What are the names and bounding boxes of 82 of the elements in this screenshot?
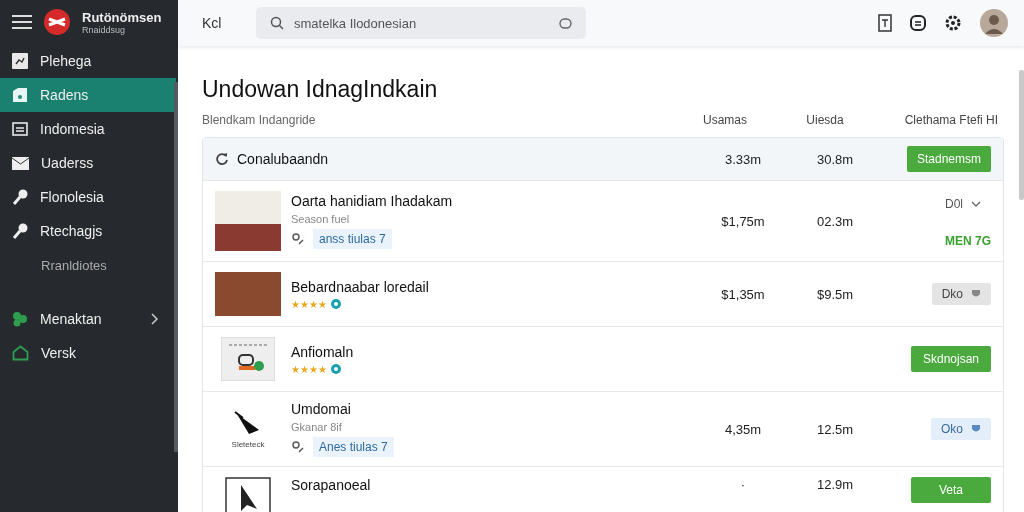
usage-value: $1,75m [720, 213, 766, 229]
document-icon [12, 87, 28, 103]
document-icon[interactable] [878, 14, 892, 32]
chat-icon[interactable] [910, 15, 926, 31]
home-icon [12, 345, 29, 361]
sidebar-item[interactable]: Versk [0, 336, 176, 370]
size-value: 02.3m [815, 213, 855, 229]
mail-icon [12, 156, 29, 170]
top-label: Kcl [202, 15, 223, 31]
star-icon: ★ [291, 298, 300, 310]
verified-icon [331, 299, 341, 309]
shield-icon [971, 424, 981, 434]
brand-subtitle: Rnaiddsug [82, 24, 127, 35]
brush-icon [12, 189, 28, 205]
column-header: Usamas [702, 113, 748, 127]
star-icon: ★ [291, 363, 300, 375]
logo-icon [44, 9, 70, 35]
brand-name: Rutönömsen [82, 9, 162, 25]
menu-icon[interactable] [12, 14, 32, 30]
tag-chip[interactable]: anss tiulas 7 [313, 229, 392, 249]
size-value: 30.8m [815, 151, 855, 167]
row-title: Oarta hanidiam Ihadakam [291, 193, 454, 209]
star-icon: ★ [309, 363, 318, 375]
cluster-icon [12, 311, 28, 327]
search-bar[interactable]: smatelka Ilodonesian [256, 7, 586, 39]
row-title: Bebardnaabar loredail [291, 278, 430, 295]
page-title: Undowan IdnagIndkain [202, 76, 439, 103]
people-icon [291, 441, 305, 453]
device-icon [221, 337, 275, 381]
info-chip[interactable]: Oko [931, 418, 991, 440]
chevron-right-icon[interactable] [151, 313, 158, 325]
size-value: $9.5m [815, 286, 855, 302]
scrollbar[interactable] [174, 82, 178, 452]
sidebar-item[interactable]: Menaktan [0, 302, 176, 336]
usage-value: $1,35m [720, 286, 766, 302]
photo-placeholder [215, 191, 281, 251]
avatar-icon[interactable] [980, 9, 1008, 37]
status-text: MEN 7G [945, 234, 991, 248]
sidebar-item[interactable]: Uaderss [0, 146, 176, 180]
size-value: 12.9m [815, 477, 855, 492]
sidebar-item[interactable]: Indomesia [0, 112, 176, 146]
sidebar-item[interactable]: Plehega [0, 44, 176, 78]
settings-icon[interactable] [944, 14, 962, 32]
usage-value: 3.33m [723, 151, 763, 167]
search-icon [270, 16, 284, 30]
star-icon: ★ [309, 298, 318, 310]
usage-value: 4,35m [723, 421, 763, 437]
search-field[interactable]: smatelka Ilodonesian [292, 14, 551, 32]
shield-icon [971, 289, 981, 299]
dropdown[interactable]: D0l [935, 194, 991, 214]
chart-icon [12, 53, 28, 69]
size-value: 12.5m [815, 421, 855, 437]
table-icon [12, 122, 28, 136]
page-subtitle: Blendkam Indangride [202, 113, 317, 127]
chevron-down-icon [971, 201, 981, 207]
star-icon: ★ [300, 363, 309, 375]
usage-value: · [739, 477, 747, 492]
brush-icon [12, 223, 28, 239]
photo-placeholder [215, 272, 281, 316]
sidebar-item[interactable]: Flonolesia [0, 180, 176, 214]
row-title: Sorapanoeal [291, 477, 372, 493]
star-icon: ★ [300, 298, 309, 310]
verified-icon [331, 364, 341, 374]
tag-chip[interactable]: Anes tiulas 7 [313, 437, 394, 457]
people-icon [291, 233, 305, 245]
row-title: Anfiomaln [291, 343, 355, 360]
thumbnail-caption: Sleteteck [231, 439, 265, 449]
scrollbar[interactable] [1019, 70, 1024, 200]
row-subtitle: Gkanar 8if [291, 421, 343, 433]
sidebar-item[interactable]: Rtechagjs [0, 214, 176, 248]
clear-icon[interactable] [559, 17, 572, 29]
row-title: Conalubaandn [237, 151, 330, 167]
sidebar-item[interactable]: Rranldiotes [0, 248, 176, 282]
star-icon: ★ [318, 363, 327, 375]
column-header: Uiesda [805, 113, 845, 127]
star-icon: ★ [318, 298, 327, 310]
sidebar-item[interactable]: Radens [0, 78, 176, 112]
row-subtitle: Season fuel [291, 213, 351, 225]
row-title: Umdomai [291, 401, 352, 417]
column-header: Clethama Ftefi HI [903, 113, 998, 127]
chip-button[interactable]: Dko [931, 283, 991, 305]
refresh-icon[interactable] [215, 152, 229, 166]
